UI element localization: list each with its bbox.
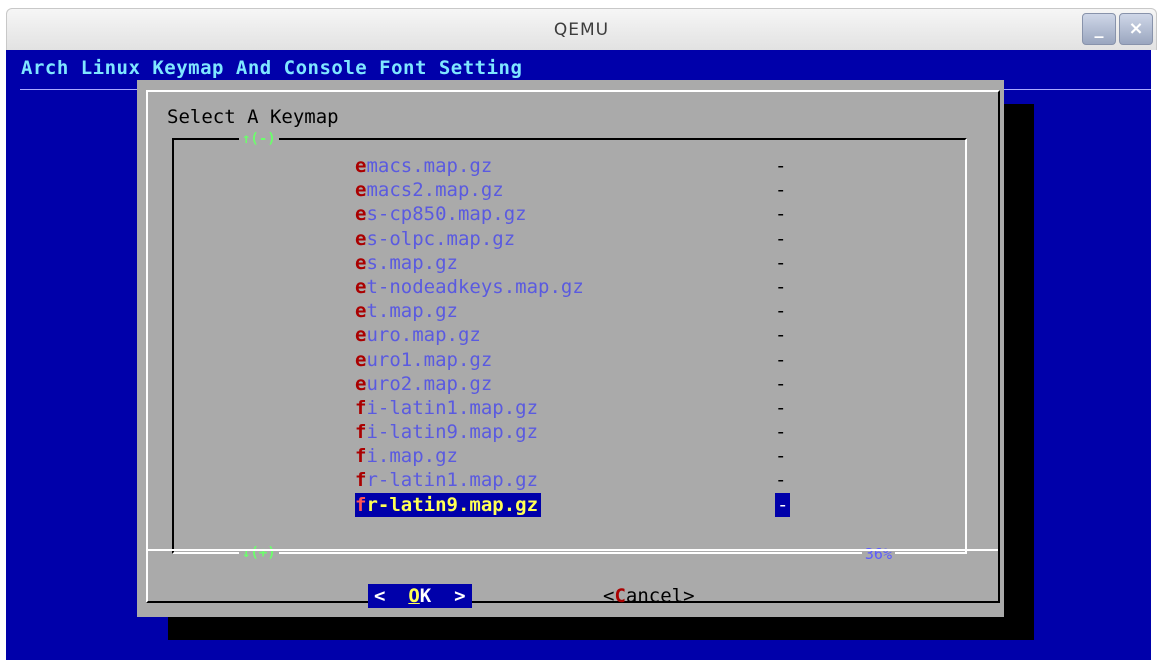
keymap-item-hotkey: e [355, 155, 367, 177]
minimize-button[interactable]: _ [1082, 13, 1116, 45]
ok-button-left: < [374, 585, 409, 607]
ok-button-rest: K [419, 585, 432, 607]
keymap-item-tag: - [775, 469, 787, 492]
keymap-item-name: et-nodeadkeys.map.gz [355, 275, 587, 299]
keymap-item-tag: - [775, 492, 791, 517]
keymap-item-rest: uro2.map.gz [366, 372, 493, 395]
keymap-item-hotkey: f [355, 421, 367, 444]
cancel-button-right: > [683, 585, 695, 607]
keymap-item-tag: - [775, 445, 787, 468]
keymap-item-rest: t.map.gz [366, 300, 458, 323]
keymap-item-hotkey: e [355, 300, 367, 323]
keymap-item-name: emacs2.map.gz [355, 178, 507, 202]
ok-button-right: > [431, 585, 466, 607]
keymap-item-tag: - [775, 227, 787, 250]
keymap-item-hotkey: f [355, 396, 367, 419]
keymap-item-tag: - [775, 179, 787, 202]
keymap-item-tag: - [775, 372, 787, 395]
keymap-item-name: fr-latin9.map.gz [355, 492, 542, 517]
keymap-item-tag: - [775, 421, 787, 444]
keymap-item-name: emacs.map.gz [355, 154, 495, 178]
keymap-item-name: es.map.gz [355, 251, 461, 275]
keymap-item-rest: t-nodeadkeys.map.gz [366, 275, 584, 298]
keymap-item-hotkey: e [355, 179, 367, 202]
keymap-item-rest: macs.map.gz [366, 155, 493, 177]
scroll-down-indicator: ↓(+) [239, 545, 279, 561]
keymap-item-rest: r-latin9.map.gz [366, 493, 539, 516]
keymap-item-name: es-olpc.map.gz [355, 227, 518, 251]
backtitle: Arch Linux Keymap And Console Font Setti… [21, 57, 523, 79]
keymap-item-hotkey: f [355, 445, 367, 468]
keymap-item-name: es-cp850.map.gz [355, 202, 530, 226]
keymap-item-rest: macs2.map.gz [366, 179, 504, 202]
keymap-item-hotkey: e [355, 203, 367, 226]
dialog-title: Select A Keymap [167, 106, 339, 128]
keymap-item-rest: i-latin9.map.gz [366, 421, 539, 444]
keymap-item-hotkey: e [355, 324, 367, 347]
cancel-button-rest: ancel [625, 585, 684, 607]
keymap-item-rest: r-latin1.map.gz [366, 469, 539, 492]
keymap-item-name: euro1.map.gz [355, 348, 495, 372]
ok-hotkey: O [408, 585, 420, 607]
keymap-item-tag: - [775, 300, 787, 323]
window-title: QEMU [553, 20, 610, 40]
keymap-item-rest: i.map.gz [366, 445, 458, 468]
keymap-item-rest: uro1.map.gz [366, 348, 493, 371]
keymap-item-rest: i-latin1.map.gz [366, 396, 539, 419]
keymap-list[interactable]: ↑(-) ↓(+) 36% emacs.map.gz - emacs2.map.gz… [172, 131, 967, 562]
console-screen: Arch Linux Keymap And Console Font Setti… [6, 50, 1151, 660]
keymap-item-hotkey: e [355, 275, 367, 298]
keymap-item-tag: - [775, 275, 787, 298]
keymap-item-hotkey: e [355, 251, 367, 274]
keymap-item-tag: - [775, 155, 787, 177]
keymap-item-tag: - [775, 324, 787, 347]
keymap-item-name: fi-latin1.map.gz [355, 396, 541, 420]
keymap-item-tag: - [775, 348, 787, 371]
keymap-item-hotkey: e [355, 348, 367, 371]
cancel-button-left: < [603, 585, 615, 607]
ok-button[interactable]: < OK > [368, 584, 472, 608]
keymap-item-tag: - [775, 396, 787, 419]
keymap-item-tag: - [775, 251, 787, 274]
keymap-item-rest: s-cp850.map.gz [366, 203, 527, 226]
keymap-item-name: et.map.gz [355, 299, 461, 323]
keymap-item-hotkey: e [355, 227, 367, 250]
keymap-item-hotkey: f [355, 493, 367, 516]
keymap-item-rest: s-olpc.map.gz [366, 227, 516, 250]
keymap-item-name: euro.map.gz [355, 323, 484, 347]
cancel-hotkey: C [614, 585, 626, 607]
keymap-item-name: fi.map.gz [355, 444, 461, 468]
keymap-item-hotkey: f [355, 469, 367, 492]
cancel-button[interactable]: <Cancel> [603, 584, 695, 608]
keymap-item-rest: s.map.gz [366, 251, 458, 274]
keymap-item-tag: - [775, 203, 787, 226]
keymap-item-name: euro2.map.gz [355, 372, 495, 396]
scroll-up-indicator: ↑(-) [239, 131, 279, 147]
close-button[interactable]: × [1119, 13, 1153, 45]
dialog-separator [148, 549, 998, 551]
keymap-item-hotkey: e [355, 372, 367, 395]
keymap-item-rest: uro.map.gz [366, 324, 481, 347]
keymap-item-name: fr-latin1.map.gz [355, 468, 541, 492]
keymap-dialog: Select A Keymap ↑(-) ↓(+) 36% emacs.map.… [137, 80, 1004, 617]
window-titlebar[interactable]: QEMU _ × [6, 8, 1157, 50]
keymap-item-name: fi-latin9.map.gz [355, 420, 541, 444]
